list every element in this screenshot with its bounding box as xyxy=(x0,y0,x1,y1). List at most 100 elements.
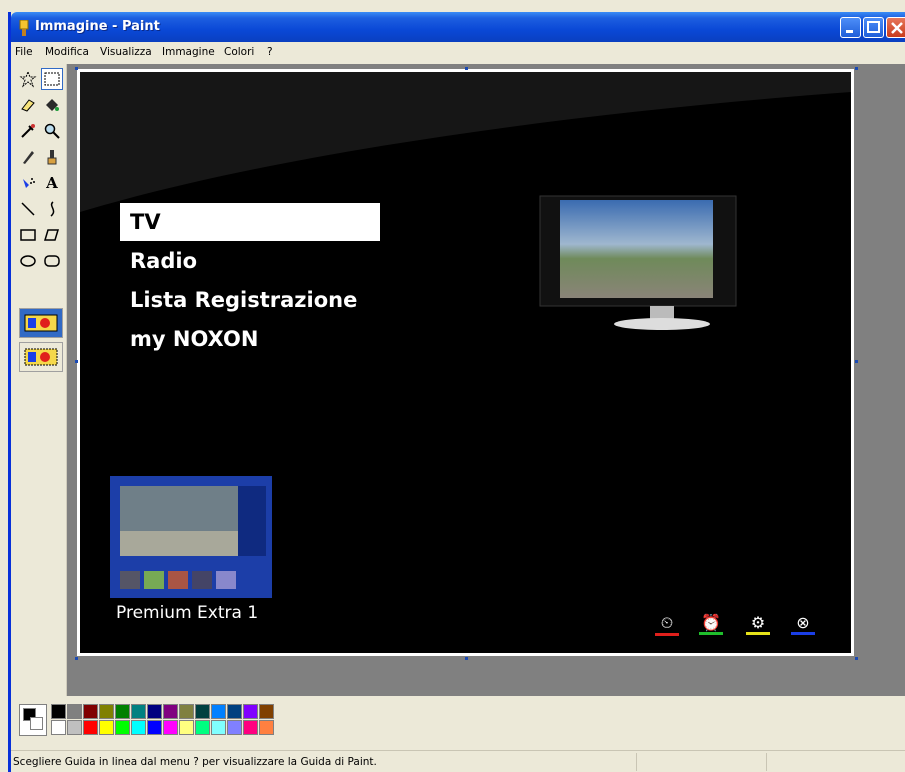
paint-app-icon xyxy=(19,20,29,36)
red-key-bar xyxy=(655,633,679,636)
transparency-opaque-option[interactable] xyxy=(19,308,63,338)
close-icon xyxy=(891,22,903,34)
background-color xyxy=(30,717,43,730)
alarm-icon: ⏰ xyxy=(701,613,721,632)
ellipse-icon[interactable] xyxy=(17,250,39,272)
palette-swatch[interactable] xyxy=(83,720,98,735)
palette-swatch[interactable] xyxy=(179,704,194,719)
drawing-canvas[interactable]: TV Radio Lista Registrazione my NOXON Pr… xyxy=(77,69,854,656)
palette-swatch[interactable] xyxy=(195,704,210,719)
palette-swatch[interactable] xyxy=(259,704,274,719)
status-bar: Scegliere Guida in linea dal menu ? per … xyxy=(11,750,905,772)
palette-swatch[interactable] xyxy=(259,720,274,735)
current-colors-indicator[interactable] xyxy=(19,704,47,736)
magnifier-icon[interactable] xyxy=(41,120,63,142)
transparent-shapes-icon xyxy=(24,348,58,366)
resize-handle[interactable] xyxy=(75,360,78,363)
menu-file[interactable]: File xyxy=(15,46,33,58)
resize-handle[interactable] xyxy=(75,67,78,70)
palette-swatch[interactable] xyxy=(211,704,226,719)
curve-icon[interactable] xyxy=(41,198,63,220)
close-button-graphic: ⊗ xyxy=(791,613,815,635)
line-icon[interactable] xyxy=(17,198,39,220)
channel-preview-thumbnail xyxy=(110,476,272,598)
palette-swatch[interactable] xyxy=(147,704,162,719)
palette-swatch[interactable] xyxy=(163,704,178,719)
menu-immagine[interactable]: Immagine xyxy=(162,46,215,58)
minimize-button[interactable] xyxy=(840,17,861,38)
palette-swatch[interactable] xyxy=(83,704,98,719)
menu-option-lista-registrazione: Lista Registrazione xyxy=(130,288,358,312)
toolbox: A xyxy=(13,64,67,696)
menu-option-tv: TV xyxy=(120,203,380,241)
status-text: Scegliere Guida in linea dal menu ? per … xyxy=(13,756,377,768)
yellow-key-bar xyxy=(746,632,770,635)
title-bar[interactable]: Immagine - Paint xyxy=(11,12,905,42)
color-palette xyxy=(11,696,905,748)
maximize-button[interactable] xyxy=(863,17,884,38)
palette-swatch[interactable] xyxy=(51,720,66,735)
palette-swatch[interactable] xyxy=(99,704,114,719)
rounded-rect-icon[interactable] xyxy=(41,250,63,272)
palette-swatch[interactable] xyxy=(51,704,66,719)
menu-visualizza[interactable]: Visualizza xyxy=(100,46,152,58)
airbrush-icon[interactable] xyxy=(17,172,39,194)
menu-bar: File Modifica Visualizza Immagine Colori… xyxy=(11,42,905,62)
text-icon[interactable]: A xyxy=(41,172,63,194)
blue-key-bar xyxy=(791,632,815,635)
brush-icon[interactable] xyxy=(41,146,63,168)
rect-select-icon[interactable] xyxy=(41,68,63,90)
color-picker-icon[interactable] xyxy=(17,120,39,142)
rectangle-icon[interactable] xyxy=(17,224,39,246)
minimize-icon xyxy=(846,30,853,33)
palette-swatch[interactable] xyxy=(115,720,130,735)
palette-swatch[interactable] xyxy=(243,704,258,719)
paint-window: Immagine - Paint File Modifica Visualizz… xyxy=(8,12,905,772)
palette-swatch[interactable] xyxy=(227,704,242,719)
palette-swatch[interactable] xyxy=(243,720,258,735)
timer-button-graphic: ⏲ xyxy=(655,613,679,636)
palette-swatch[interactable] xyxy=(195,720,210,735)
menu-help[interactable]: ? xyxy=(267,46,273,58)
menu-modifica[interactable]: Modifica xyxy=(45,46,89,58)
fill-icon[interactable] xyxy=(41,94,63,116)
resize-handle[interactable] xyxy=(75,657,78,660)
menu-option-radio: Radio xyxy=(130,249,197,273)
menu-colori[interactable]: Colori xyxy=(224,46,254,58)
settings-button-graphic: ⚙ xyxy=(746,613,770,635)
window-title: Immagine - Paint xyxy=(35,19,160,34)
pencil-icon[interactable] xyxy=(17,146,39,168)
close-button[interactable] xyxy=(886,17,905,38)
settings-icon: ⚙ xyxy=(750,613,766,632)
status-divider xyxy=(636,753,637,771)
resize-handle[interactable] xyxy=(855,67,858,70)
palette-swatch[interactable] xyxy=(131,720,146,735)
palette-swatch[interactable] xyxy=(163,720,178,735)
status-divider xyxy=(766,753,767,771)
palette-swatch[interactable] xyxy=(211,720,226,735)
palette-swatch[interactable] xyxy=(131,704,146,719)
resize-handle[interactable] xyxy=(465,657,468,660)
canvas-workspace: TV Radio Lista Registrazione my NOXON Pr… xyxy=(67,64,905,696)
menu-option-my-noxon: my NOXON xyxy=(130,327,259,351)
palette-swatch[interactable] xyxy=(227,720,242,735)
close-icon: ⊗ xyxy=(796,613,810,632)
palette-swatch[interactable] xyxy=(99,720,114,735)
resize-handle[interactable] xyxy=(855,657,858,660)
palette-swatch[interactable] xyxy=(147,720,162,735)
resize-handle[interactable] xyxy=(855,360,858,363)
green-key-bar xyxy=(699,632,723,635)
timer-icon: ⏲ xyxy=(660,613,674,632)
opaque-shapes-icon xyxy=(24,314,58,332)
alarm-button-graphic: ⏰ xyxy=(699,613,723,635)
resize-handle[interactable] xyxy=(465,67,468,70)
palette-swatch[interactable] xyxy=(67,720,82,735)
polygon-icon[interactable] xyxy=(41,224,63,246)
palette-swatch[interactable] xyxy=(115,704,130,719)
transparency-transparent-option[interactable] xyxy=(19,342,63,372)
free-select-icon[interactable] xyxy=(17,68,39,90)
eraser-icon[interactable] xyxy=(17,94,39,116)
palette-swatch[interactable] xyxy=(179,720,194,735)
maximize-icon xyxy=(867,21,880,33)
palette-swatch[interactable] xyxy=(67,704,82,719)
